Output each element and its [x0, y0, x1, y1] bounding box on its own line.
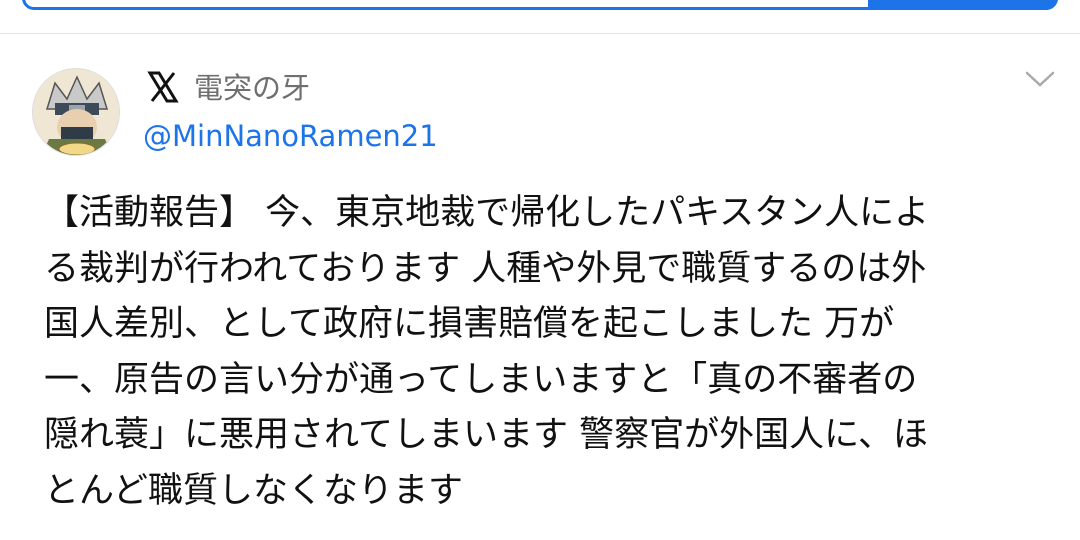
search-bar[interactable]: [22, 0, 1058, 10]
user-handle[interactable]: @MinNanoRamen21: [143, 118, 438, 154]
chevron-down-icon[interactable]: [1024, 68, 1056, 90]
search-button[interactable]: [868, 0, 1058, 10]
tweet-body-line: とんど職質しなくなります: [44, 470, 463, 511]
tweet-body-line: 国人差別、として政府に損害賠償を起こしました 万が: [44, 304, 895, 344]
tweet-body: 【活動報告】 今、東京地裁で帰化したパキスタン人によ る裁判が行われております …: [44, 186, 1044, 519]
tweet-screenshot: 電突の牙 @MinNanoRamen21 【活動報告】 今、東京地裁で帰化したパ…: [0, 0, 1080, 540]
display-name[interactable]: 電突の牙: [194, 70, 310, 106]
tweet-body-line: 【活動報告】 今、東京地裁で帰化したパキスタン人によ: [44, 193, 930, 233]
tweet-body-line: 一、原告の言い分が通ってしまいますと「真の不審者の: [44, 359, 918, 400]
x-logo-icon: [147, 71, 179, 103]
avatar[interactable]: [32, 68, 120, 156]
avatar-illustration: [33, 69, 119, 155]
tweet-body-line: 隠れ蓑」に悪用されてしまいます 警察官が外国人に、ほ: [44, 415, 929, 455]
tweet-body-line: る裁判が行われております 人種や外見で職質するのは外: [44, 248, 927, 289]
divider: [0, 33, 1080, 34]
